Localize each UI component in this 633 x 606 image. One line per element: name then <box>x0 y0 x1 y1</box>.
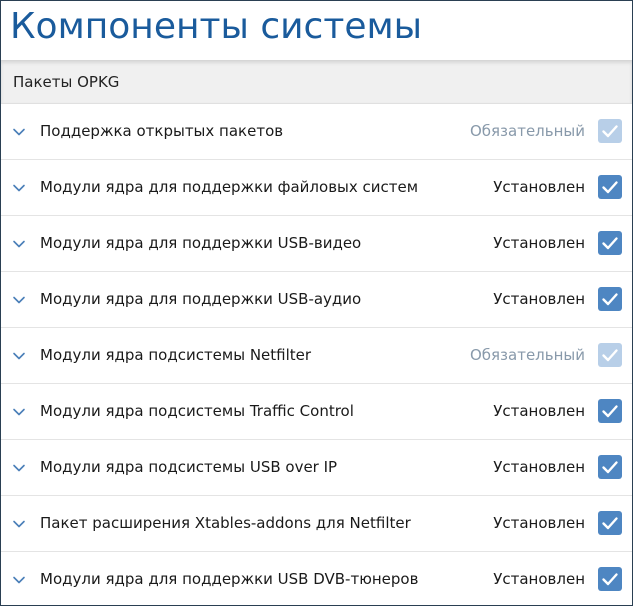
section-header: Пакеты OPKG <box>1 60 632 104</box>
package-row[interactable]: Модули ядра для поддержки USB-видео Уста… <box>1 216 632 272</box>
package-status: Обязательный <box>469 122 585 140</box>
checkmark-icon <box>602 461 618 474</box>
chevron-down-icon[interactable] <box>12 348 26 362</box>
checkmark-icon <box>602 405 618 418</box>
package-checkbox[interactable] <box>598 567 622 591</box>
package-label: Модули ядра для поддержки файловых систе… <box>40 178 419 196</box>
package-status: Установлен <box>493 178 585 196</box>
checkmark-icon <box>602 181 618 194</box>
package-row[interactable]: Модули ядра для поддержки USB DVB-тюнеро… <box>1 552 632 605</box>
chevron-down-icon[interactable] <box>12 292 26 306</box>
package-status: Установлен <box>493 514 585 532</box>
package-label: Модули ядра подсистемы Traffic Control <box>40 402 354 420</box>
app-window: Компоненты системы Пакеты OPKG Поддержка… <box>0 0 633 606</box>
package-row[interactable]: Поддержка открытых пакетов Обязательный <box>1 104 632 160</box>
package-checkbox <box>598 119 622 143</box>
package-checkbox[interactable] <box>598 231 622 255</box>
package-status: Установлен <box>493 570 585 588</box>
chevron-down-icon[interactable] <box>12 236 26 250</box>
package-checkbox[interactable] <box>598 287 622 311</box>
package-label: Модули ядра для поддержки USB-видео <box>40 234 362 252</box>
chevron-down-icon[interactable] <box>12 516 26 530</box>
chevron-down-icon[interactable] <box>12 572 26 586</box>
package-status: Установлен <box>493 402 585 420</box>
package-checkbox[interactable] <box>598 511 622 535</box>
package-checkbox[interactable] <box>598 175 622 199</box>
package-status: Установлен <box>493 458 585 476</box>
page-title: Компоненты системы <box>10 6 423 47</box>
package-row[interactable]: Модули ядра для поддержки USB-аудио Уста… <box>1 272 632 328</box>
checkmark-icon <box>602 293 618 306</box>
package-row[interactable]: Модули ядра для поддержки файловых систе… <box>1 160 632 216</box>
checkmark-icon <box>602 573 618 586</box>
checkmark-icon <box>602 237 618 250</box>
package-row[interactable]: Модули ядра подсистемы Netfilter Обязате… <box>1 328 632 384</box>
package-label: Модули ядра для поддержки USB-аудио <box>40 290 362 308</box>
package-checkbox[interactable] <box>598 455 622 479</box>
package-label: Поддержка открытых пакетов <box>40 122 284 140</box>
package-row[interactable]: Пакет расширения Xtables-addons для Netf… <box>1 496 632 552</box>
package-status: Установлен <box>493 290 585 308</box>
checkmark-icon <box>602 349 618 362</box>
package-status: Установлен <box>493 234 585 252</box>
checkmark-icon <box>602 517 618 530</box>
package-checkbox[interactable] <box>598 399 622 423</box>
chevron-down-icon[interactable] <box>12 460 26 474</box>
checkmark-icon <box>602 125 618 138</box>
package-label: Модули ядра для поддержки USB DVB-тюнеро… <box>40 570 419 588</box>
chevron-down-icon[interactable] <box>12 180 26 194</box>
package-row[interactable]: Модули ядра подсистемы Traffic Control У… <box>1 384 632 440</box>
chevron-down-icon[interactable] <box>12 404 26 418</box>
package-label: Модули ядра подсистемы USB over IP <box>40 458 338 476</box>
package-label: Модули ядра подсистемы Netfilter <box>40 346 312 364</box>
package-list: Поддержка открытых пакетов Обязательный … <box>1 104 632 605</box>
package-checkbox <box>598 343 622 367</box>
package-label: Пакет расширения Xtables-addons для Netf… <box>40 514 411 532</box>
package-row[interactable]: Модули ядра подсистемы USB over IP Устан… <box>1 440 632 496</box>
section-title: Пакеты OPKG <box>13 73 120 91</box>
package-status: Обязательный <box>469 346 585 364</box>
chevron-down-icon[interactable] <box>12 124 26 138</box>
